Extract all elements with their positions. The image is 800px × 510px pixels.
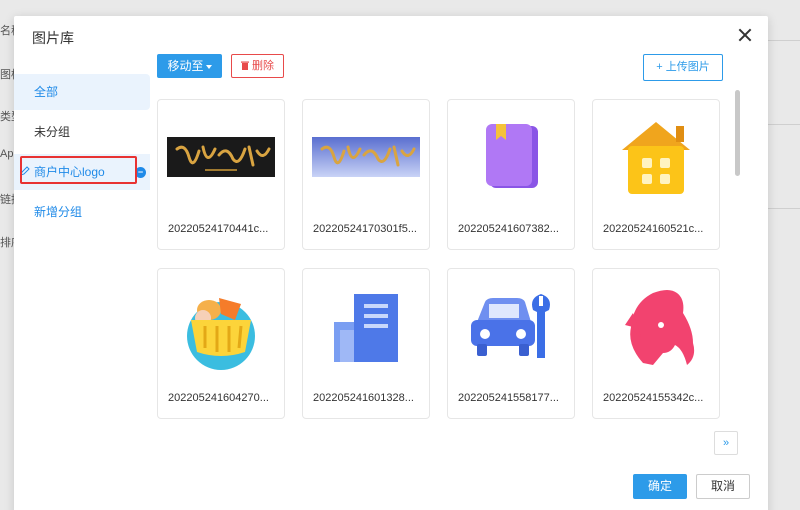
delete-group-icon[interactable]: −	[135, 167, 146, 178]
group-sidebar: 全部 未分组 商户中心logo − 新增分组	[14, 74, 150, 234]
image-filename: 20220524160521c...	[603, 223, 704, 235]
image-card[interactable]: 20220524160521c...	[592, 99, 720, 250]
image-thumbnail	[593, 269, 719, 382]
car-repair-icon	[471, 293, 550, 358]
sidebar-item-label: 商户中心logo	[34, 165, 105, 179]
confirm-label: 确定	[647, 479, 672, 493]
image-filename: 20220524155342c...	[603, 392, 704, 404]
image-filename: 20220524160427​0...	[168, 392, 269, 404]
image-card[interactable]: 20220524170441c...	[157, 99, 285, 250]
confirm-button[interactable]: 确定	[633, 474, 687, 499]
image-thumbnail	[158, 100, 284, 213]
image-card[interactable]: 20220524170301f5...	[302, 99, 430, 250]
cancel-label: 取消	[710, 479, 735, 493]
divider	[768, 124, 800, 125]
image-filename: 20220524160132​8...	[313, 392, 414, 404]
image-card[interactable]: 20220524155342c...	[592, 268, 720, 419]
book-icon	[486, 123, 538, 188]
image-thumbnail	[303, 269, 429, 382]
cancel-button[interactable]: 取消	[696, 474, 750, 499]
image-card[interactable]: 20220524160132​8...	[302, 268, 430, 419]
sidebar-item-label: 新增分组	[34, 205, 83, 219]
woman-profile-icon	[625, 289, 695, 365]
scrollbar[interactable]	[735, 90, 740, 176]
calligraphy-logo-dark	[167, 136, 275, 177]
move-to-label: 移动至	[167, 59, 204, 73]
sidebar-item-label: 未分组	[34, 125, 71, 139]
divider	[768, 40, 800, 41]
dialog-title: 图片库	[32, 30, 74, 46]
image-library-dialog: 图片库 全部 未分组 商户中心logo − 新增分组 移动至 删除 + 上传图片	[14, 16, 768, 510]
add-group-button[interactable]: 新增分组	[14, 194, 150, 230]
edit-icon[interactable]	[20, 166, 30, 176]
next-page-button[interactable]: »	[714, 431, 738, 455]
sidebar-item-merchant-logo[interactable]: 商户中心logo −	[14, 154, 150, 190]
image-filename: 20220524160738​2...	[458, 223, 559, 235]
delete-label: 删除	[252, 60, 275, 72]
image-thumbnail	[158, 269, 284, 382]
house-icon	[622, 121, 690, 194]
image-filename: 20220524155817​7...	[458, 392, 559, 404]
trash-icon	[240, 61, 249, 70]
shopping-basket-icon	[187, 297, 255, 370]
building-icon	[334, 293, 398, 362]
caret-down-icon	[205, 64, 212, 69]
close-icon[interactable]	[736, 26, 754, 44]
upload-label: + 上传图片	[656, 61, 710, 73]
image-thumbnail	[448, 100, 574, 213]
image-card[interactable]: 20220524160738​2...	[447, 99, 575, 250]
sidebar-item-label: 全部	[34, 85, 59, 99]
calligraphy-logo-blue	[312, 136, 420, 177]
move-to-dropdown[interactable]: 移动至	[157, 54, 222, 78]
sidebar-item-ungrouped[interactable]: 未分组	[14, 114, 150, 150]
image-thumbnail	[303, 100, 429, 213]
image-filename: 20220524170301f5...	[313, 223, 417, 235]
upload-image-button[interactable]: + 上传图片	[643, 54, 723, 81]
divider	[768, 208, 800, 209]
image-thumbnail	[593, 100, 719, 213]
image-card[interactable]: 20220524155817​7...	[447, 268, 575, 419]
sidebar-item-all[interactable]: 全部	[14, 74, 150, 110]
image-filename: 20220524170441c...	[168, 223, 269, 235]
next-page-label: »	[722, 437, 730, 449]
image-thumbnail	[448, 269, 574, 382]
image-card[interactable]: 20220524160427​0...	[157, 268, 285, 419]
delete-button[interactable]: 删除	[231, 54, 284, 78]
